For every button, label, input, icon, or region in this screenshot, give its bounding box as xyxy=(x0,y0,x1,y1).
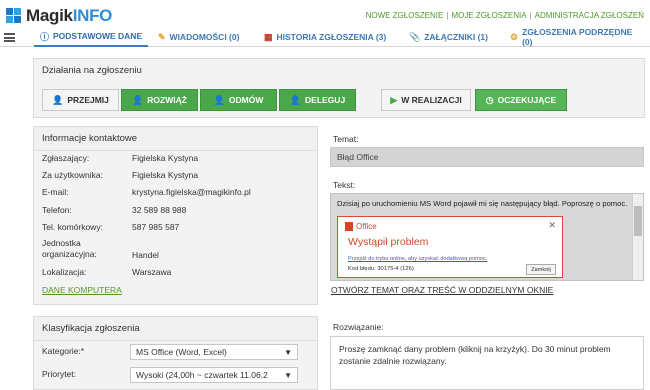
tab-subtickets[interactable]: ⚙ ZGŁOSZENIA PODRZĘDNE (0) xyxy=(504,27,650,47)
actions-title: Działania na zgłoszeniu xyxy=(42,65,142,76)
solution-field[interactable]: Proszę zamknąć dany problem (kliknij na … xyxy=(330,336,644,390)
chevron-down-icon: ▼ xyxy=(282,371,292,380)
contact-value: 587 985 587 xyxy=(132,222,180,232)
user-check-icon: 👤 xyxy=(132,94,144,105)
play-icon: ▶ xyxy=(390,94,398,105)
tab-label: ZGŁOSZENIA PODRZĘDNE (0) xyxy=(522,27,633,47)
logo-mark-icon xyxy=(6,8,22,24)
contact-label: Lokalizacja: xyxy=(42,267,87,277)
office-logo-icon xyxy=(345,222,353,231)
subject-field[interactable]: Błąd Office xyxy=(330,147,644,167)
user-arrow-icon: 👤 xyxy=(289,94,302,105)
refuse-button[interactable]: 👤 ODMÓW xyxy=(200,89,277,111)
office-error-code: Kod błędu: 30175-4 (126) xyxy=(348,266,414,272)
contact-label: Telefon: xyxy=(42,205,72,215)
priority-value: Wysoki (24,00h ~ czwartek 11.06.2 xyxy=(136,370,268,380)
office-brand-text: Office xyxy=(356,222,377,231)
resolve-button[interactable]: 👤 ROZWIĄŻ xyxy=(121,89,198,111)
office-error-screenshot: Office ✕ Wystąpił problem Przejdź do try… xyxy=(337,216,563,278)
calendar-icon: ▦ xyxy=(264,31,273,42)
contact-value: Figielska Kystyna xyxy=(132,153,199,163)
top-bar: MagikINFO NOWE ZGŁOSZENIE | MOJE ZGŁOSZENI… xyxy=(0,0,650,30)
office-help-link: Przejdź do trybu online, aby uzyskać dod… xyxy=(348,256,488,262)
tab-label: PODSTAWOWE DANE xyxy=(53,31,143,41)
button-label: ROZWIĄŻ xyxy=(147,95,187,105)
in-progress-button[interactable]: ▶ W REALIZACJI xyxy=(381,89,471,111)
contact-value: 32 589 88 988 xyxy=(132,205,187,215)
top-nav-separator: | xyxy=(529,11,532,20)
paperclip-icon: 📎 xyxy=(409,31,421,42)
contact-label: Jednostka organizacyjna: xyxy=(42,238,97,259)
classification-title: Klasyfikacja zgłoszenia xyxy=(34,317,317,341)
priority-select[interactable]: Wysoki (24,00h ~ czwartek 11.06.2 ▼ xyxy=(130,367,298,383)
contact-title: Informacje kontaktowe xyxy=(34,127,317,151)
user-x-icon: 👤 xyxy=(213,94,225,105)
menu-icon[interactable] xyxy=(4,33,15,42)
contact-email: krystyna.figielska@magikinfo.pl xyxy=(132,187,251,197)
top-nav-my-tickets[interactable]: MOJE ZGŁOSZENIA xyxy=(451,11,526,20)
info-icon: ⓘ xyxy=(40,31,50,42)
top-nav-separator: | xyxy=(446,11,449,20)
user-icon: 👤 xyxy=(52,94,64,105)
clock-icon: ◷ xyxy=(485,94,494,105)
contact-label: E-mail: xyxy=(42,187,69,197)
logo[interactable]: MagikINFO xyxy=(6,6,112,26)
close-icon: ✕ xyxy=(548,220,556,230)
priority-label: Priorytet: xyxy=(42,369,77,379)
tab-label: ZAŁĄCZNIKI (1) xyxy=(424,32,488,42)
contact-value: Figielska Kystyna xyxy=(132,170,199,180)
office-error-title: Wystąpił problem xyxy=(348,236,429,248)
button-label: ODMÓW xyxy=(228,95,264,105)
button-label: DELEGUJ xyxy=(305,95,346,105)
solution-label: Rozwiązanie: xyxy=(333,322,384,332)
top-nav-admin[interactable]: ADMINISTRACJA ZGŁOSZEŃ xyxy=(535,11,644,20)
tab-history[interactable]: ▦ HISTORIA ZGŁOSZENIA (3) xyxy=(258,27,392,47)
scrollbar-thumb[interactable] xyxy=(634,206,642,236)
contact-label: Za użytkownika: xyxy=(42,170,103,180)
chevron-down-icon: ▼ xyxy=(284,348,292,357)
tab-label: HISTORIA ZGŁOSZENIA (3) xyxy=(276,32,387,42)
tab-basic-data[interactable]: ⓘ PODSTAWOWE DANE xyxy=(34,27,149,47)
subtasks-icon: ⚙ xyxy=(510,31,519,42)
office-close-button: Zamknij xyxy=(526,264,556,275)
text-label: Tekst: xyxy=(333,180,356,190)
tab-messages[interactable]: ✎ WIADOMOŚCI (0) xyxy=(152,27,245,47)
pending-button[interactable]: ◷ OCZEKUJĄCE xyxy=(475,89,567,111)
contact-value: Warszawa xyxy=(132,267,172,277)
button-label: W REALIZACJI xyxy=(401,95,462,105)
text-scrollbar[interactable] xyxy=(632,194,643,280)
delegate-button[interactable]: 👤 DELEGUJ xyxy=(279,89,356,111)
open-in-new-window-link[interactable]: OTWÓRZ TEMAT ORAZ TREŚĆ W ODDZIELNYM OKN… xyxy=(331,285,553,295)
pencil-icon: ✎ xyxy=(158,31,166,42)
contact-label: Zgłaszający: xyxy=(42,153,90,163)
logo-prefix: Magik xyxy=(26,6,73,25)
contact-label: Tel. komórkowy: xyxy=(42,222,103,232)
category-label: Kategorie:* xyxy=(42,346,85,356)
logo-text: MagikINFO xyxy=(26,6,112,26)
category-select[interactable]: MS Office (Word, Excel) ▼ xyxy=(130,344,298,360)
subject-label: Temat: xyxy=(333,134,359,144)
text-content: Dzisiaj po uruchomieniu MS Word pojawił … xyxy=(337,199,628,208)
category-value: MS Office (Word, Excel) xyxy=(136,347,227,357)
office-brand: Office xyxy=(345,222,377,231)
top-nav: NOWE ZGŁOSZENIE | MOJE ZGŁOSZENIA | ADMINIST… xyxy=(366,11,644,20)
tab-label: WIADOMOŚCI (0) xyxy=(169,32,240,42)
button-label: OCZEKUJĄCE xyxy=(497,95,557,105)
computer-data-link[interactable]: DANE KOMPUTERA xyxy=(42,285,122,295)
button-label: PRZEJMIJ xyxy=(67,95,109,105)
contact-value: Handel xyxy=(132,250,159,260)
take-over-button[interactable]: 👤 PRZEJMIJ xyxy=(42,89,119,111)
tab-attachments[interactable]: 📎 ZAŁĄCZNIKI (1) xyxy=(403,27,494,47)
top-nav-new-ticket[interactable]: NOWE ZGŁOSZENIE xyxy=(366,11,444,20)
logo-suffix: INFO xyxy=(72,6,113,25)
